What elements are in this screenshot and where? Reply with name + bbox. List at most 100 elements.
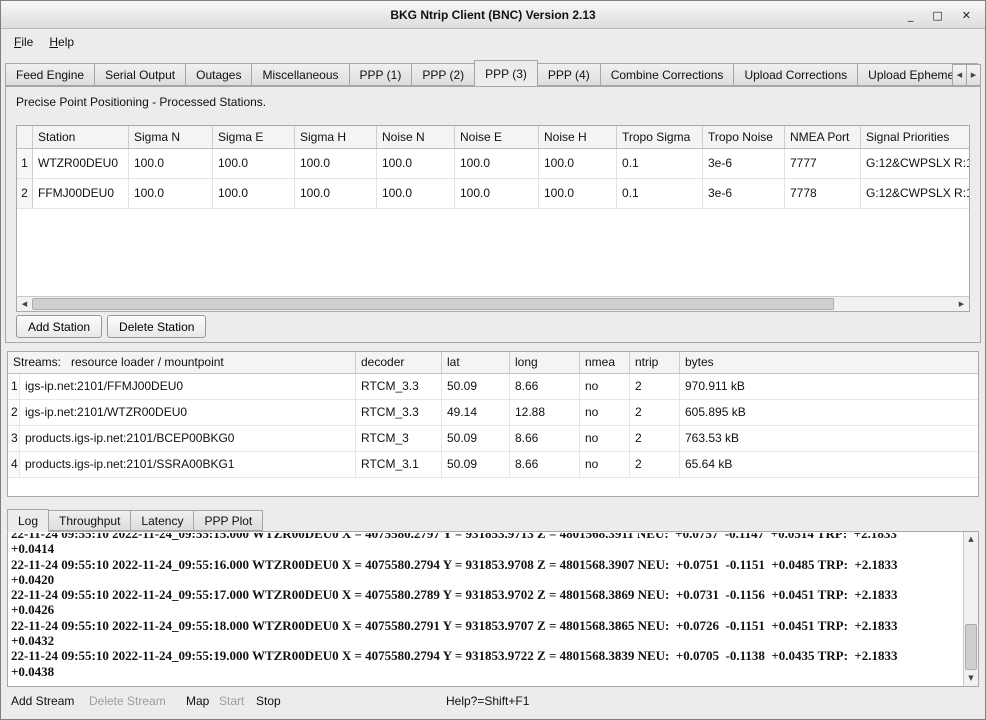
station-cell-signal-priorities[interactable]: G:12&CWPSLX R:12 [861,179,969,208]
tab-outages[interactable]: Outages [185,63,252,86]
row-number[interactable]: 2 [8,400,20,425]
stream-row[interactable]: 4 products.igs-ip.net:2101/SSRA00BKG1 RT… [8,452,978,478]
stream-cell-nmea[interactable]: no [580,426,630,451]
station-cell-noise-n[interactable]: 100.0 [377,179,455,208]
stream-cell-nmea[interactable]: no [580,374,630,399]
station-cell-signal-priorities[interactable]: G:12&CWPSLX R:12 [861,149,969,178]
stream-cell-mountpoint[interactable]: igs-ip.net:2101/WTZR00DEU0 [20,400,356,425]
row-number[interactable]: 1 [17,149,33,178]
stream-cell-ntrip[interactable]: 2 [630,452,680,477]
station-cell-noise-n[interactable]: 100.0 [377,149,455,178]
stream-cell-bytes[interactable]: 65.64 kB [680,452,978,477]
log-panel: 22-11-24 09:55:10 2022-11-24_09:55:15.00… [7,531,979,687]
station-cell-noise-h[interactable]: 100.0 [539,179,617,208]
stream-cell-mountpoint[interactable]: igs-ip.net:2101/FFMJ00DEU0 [20,374,356,399]
stream-row[interactable]: 1 igs-ip.net:2101/FFMJ00DEU0 RTCM_3.3 50… [8,374,978,400]
stream-cell-decoder[interactable]: RTCM_3.1 [356,452,442,477]
station-cell-tropo-noise[interactable]: 3e-6 [703,179,785,208]
maximize-icon[interactable]: □ [932,10,942,21]
tab-ppp-2[interactable]: PPP (2) [411,63,475,86]
tab-latency[interactable]: Latency [130,510,194,531]
row-number[interactable]: 1 [8,374,20,399]
tab-scroll-left-button[interactable]: ◀ [952,64,967,86]
scroll-down-button[interactable]: ▼ [964,671,978,686]
station-cell-sigma-e[interactable]: 100.0 [213,179,295,208]
tab-serial-output[interactable]: Serial Output [94,63,186,86]
stream-cell-ntrip[interactable]: 2 [630,374,680,399]
station-cell-nmea-port[interactable]: 7778 [785,179,861,208]
add-station-button[interactable]: Add Station [16,315,102,338]
station-cell-noise-e[interactable]: 100.0 [455,149,539,178]
tab-scroll-right-button[interactable]: ▶ [966,64,981,86]
tab-ppp-1[interactable]: PPP (1) [349,63,413,86]
stream-cell-mountpoint[interactable]: products.igs-ip.net:2101/SSRA00BKG1 [20,452,356,477]
station-cell-sigma-h[interactable]: 100.0 [295,149,377,178]
stream-cell-ntrip[interactable]: 2 [630,426,680,451]
station-cell-tropo-sigma[interactable]: 0.1 [617,179,703,208]
stream-cell-long[interactable]: 8.66 [510,426,580,451]
scroll-right-button[interactable]: ▶ [954,297,969,311]
hscroll-track[interactable] [32,297,954,311]
tab-ppp-plot[interactable]: PPP Plot [193,510,263,531]
vscroll-thumb[interactable] [965,624,977,670]
stream-row[interactable]: 3 products.igs-ip.net:2101/BCEP00BKG0 RT… [8,426,978,452]
tab-combine-corrections[interactable]: Combine Corrections [600,63,735,86]
station-cell-sigma-n[interactable]: 100.0 [129,179,213,208]
station-cell-nmea-port[interactable]: 7777 [785,149,861,178]
hscroll-thumb[interactable] [32,298,834,310]
stream-cell-nmea[interactable]: no [580,452,630,477]
stations-hscrollbar[interactable]: ◀ ▶ [17,296,969,311]
tab-ppp-3[interactable]: PPP (3) [474,60,538,86]
station-cell-tropo-sigma[interactable]: 0.1 [617,149,703,178]
menu-file[interactable]: File [6,31,41,53]
stream-cell-lat[interactable]: 50.09 [442,452,510,477]
row-number[interactable]: 4 [8,452,20,477]
stream-cell-lat[interactable]: 50.09 [442,374,510,399]
tab-miscellaneous[interactable]: Miscellaneous [251,63,349,86]
tab-ppp-4[interactable]: PPP (4) [537,63,601,86]
tab-feed-engine[interactable]: Feed Engine [5,63,95,86]
header-sigma-e: Sigma E [213,126,295,148]
scroll-left-button[interactable]: ◀ [17,297,32,311]
row-number[interactable]: 2 [17,179,33,208]
row-number[interactable]: 3 [8,426,20,451]
stream-row[interactable]: 2 igs-ip.net:2101/WTZR00DEU0 RTCM_3.3 49… [8,400,978,426]
map-button[interactable]: Map [180,692,215,710]
stream-cell-lat[interactable]: 49.14 [442,400,510,425]
log-line: +0.0414 [11,541,962,556]
minimize-icon[interactable]: _ [908,10,914,21]
tab-throughput[interactable]: Throughput [48,510,131,531]
station-cell-noise-e[interactable]: 100.0 [455,179,539,208]
stream-cell-long[interactable]: 8.66 [510,452,580,477]
stream-cell-decoder[interactable]: RTCM_3.3 [356,400,442,425]
stream-cell-decoder[interactable]: RTCM_3 [356,426,442,451]
tab-log[interactable]: Log [7,509,49,532]
tab-upload-corrections[interactable]: Upload Corrections [733,63,858,86]
stream-cell-mountpoint[interactable]: products.igs-ip.net:2101/BCEP00BKG0 [20,426,356,451]
menu-help[interactable]: Help [41,31,82,53]
log-vscrollbar[interactable]: ▲ ▼ [963,532,978,686]
stream-cell-bytes[interactable]: 605.895 kB [680,400,978,425]
add-stream-button[interactable]: Add Stream [5,692,80,710]
stream-cell-ntrip[interactable]: 2 [630,400,680,425]
station-cell-noise-h[interactable]: 100.0 [539,149,617,178]
station-cell-sigma-e[interactable]: 100.0 [213,149,295,178]
scroll-up-button[interactable]: ▲ [964,532,978,547]
station-row: 2 FFMJ00DEU0 100.0 100.0 100.0 100.0 100… [17,179,969,209]
close-icon[interactable]: ✕ [962,10,971,21]
stream-cell-bytes[interactable]: 763.53 kB [680,426,978,451]
station-cell-sigma-n[interactable]: 100.0 [129,149,213,178]
stream-cell-long[interactable]: 12.88 [510,400,580,425]
station-cell-station[interactable]: FFMJ00DEU0 [33,179,129,208]
delete-station-button[interactable]: Delete Station [107,315,206,338]
stream-cell-nmea[interactable]: no [580,400,630,425]
stream-cell-bytes[interactable]: 970.911 kB [680,374,978,399]
stream-cell-long[interactable]: 8.66 [510,374,580,399]
stream-cell-decoder[interactable]: RTCM_3.3 [356,374,442,399]
stream-cell-lat[interactable]: 50.09 [442,426,510,451]
log-line: 22-11-24 09:55:10 2022-11-24_09:55:16.00… [11,557,962,572]
station-cell-tropo-noise[interactable]: 3e-6 [703,149,785,178]
station-cell-station[interactable]: WTZR00DEU0 [33,149,129,178]
stop-button[interactable]: Stop [250,692,287,710]
station-cell-sigma-h[interactable]: 100.0 [295,179,377,208]
